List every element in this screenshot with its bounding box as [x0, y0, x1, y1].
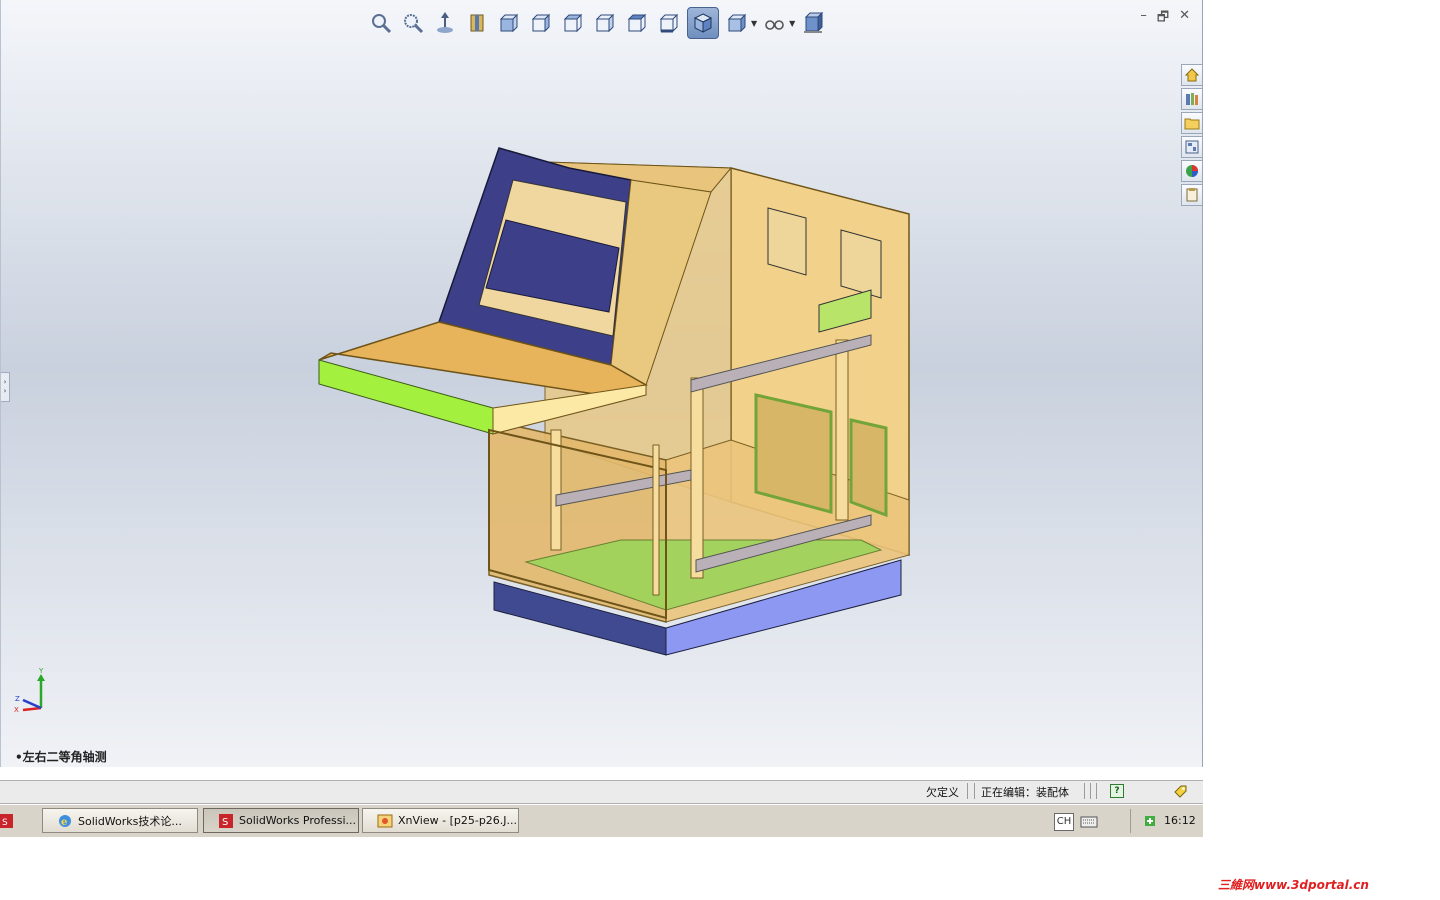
help-icon[interactable]: ? [1110, 784, 1124, 798]
task-pane-tabs [1181, 64, 1202, 206]
status-divider [1090, 783, 1091, 799]
front-view-icon[interactable] [495, 9, 523, 37]
chevron-right-icon: › [3, 378, 7, 386]
cabinet-model-3d[interactable] [301, 140, 921, 660]
taskbar-button-solidworks[interactable]: S SolidWorks Professi... [203, 808, 359, 833]
left-view-icon[interactable] [559, 9, 587, 37]
status-divider [974, 783, 975, 799]
hide-show-dropdown-icon[interactable]: ▼ [789, 19, 795, 28]
triad-x-label: X [14, 706, 19, 714]
expand-feature-manager-handle[interactable]: › › [1, 372, 10, 402]
zoom-to-fit-icon[interactable] [367, 9, 395, 37]
tag-icon[interactable] [1172, 783, 1188, 799]
custom-properties-icon[interactable] [1181, 184, 1202, 206]
network-shield-icon[interactable] [1143, 814, 1157, 828]
status-bar: 欠定义 正在编辑：装配体 ? [0, 780, 1203, 804]
hide-show-items-icon[interactable] [761, 9, 789, 37]
taskbar-button-label: SolidWorks Professi... [239, 814, 356, 827]
previous-view-icon[interactable] [431, 9, 459, 37]
taskbar-button-xnview[interactable]: XnView - [p25-p26.J... [362, 808, 519, 833]
restore-button[interactable]: 🗗 [1157, 8, 1169, 30]
solidworks-icon[interactable]: S [0, 813, 14, 829]
design-library-icon[interactable] [1181, 88, 1202, 110]
svg-text:S: S [2, 818, 8, 828]
zoom-to-area-icon[interactable] [399, 9, 427, 37]
taskbar-button-label: XnView - [p25-p26.J... [398, 814, 518, 827]
file-explorer-icon[interactable] [1181, 112, 1202, 134]
taskbar-button-label: SolidWorks技术论... [78, 814, 182, 828]
right-view-icon[interactable] [591, 9, 619, 37]
ie-icon: e [59, 814, 71, 828]
back-view-icon[interactable] [527, 9, 555, 37]
svg-text:e: e [61, 817, 67, 828]
top-view-icon[interactable] [623, 9, 651, 37]
chevron-right-icon: › [3, 387, 7, 395]
taskbar-clock[interactable]: 16:12 [1164, 814, 1196, 827]
document-window-controls: – 🗗 ✕ [1140, 8, 1190, 30]
keyboard-icon[interactable] [1080, 815, 1098, 829]
view-palette-icon[interactable] [1181, 136, 1202, 158]
apply-scene-icon[interactable] [799, 9, 827, 37]
editing-status: 正在编辑：装配体 [981, 786, 1069, 799]
watermark-text: 三維网www.3dportal.cn [1218, 878, 1369, 892]
solidworks-icon: S [219, 813, 233, 828]
svg-text:S: S [222, 817, 228, 828]
view-orientation-label: •左右二等角轴测 [15, 750, 107, 764]
definition-state: 欠定义 [926, 786, 959, 799]
close-button[interactable]: ✕ [1179, 8, 1190, 30]
xnview-icon [377, 814, 393, 827]
status-divider [1096, 783, 1097, 799]
minimize-button[interactable]: – [1140, 8, 1147, 30]
appearances-icon[interactable] [1181, 160, 1202, 182]
taskbar-button-browser[interactable]: e SolidWorks技术论... [42, 808, 198, 833]
solidworks-resources-icon[interactable] [1181, 64, 1202, 86]
language-indicator[interactable]: CH [1054, 813, 1074, 831]
section-view-icon[interactable] [463, 9, 491, 37]
display-style-icon[interactable] [723, 9, 751, 37]
status-divider [1084, 783, 1085, 799]
triad-y-label: Y [38, 668, 44, 675]
tray-divider [1130, 809, 1131, 833]
status-divider [967, 783, 968, 799]
display-style-dropdown-icon[interactable]: ▼ [751, 19, 757, 28]
windows-taskbar: S e SolidWorks技术论... S SolidWorks Profes… [0, 804, 1203, 837]
heads-up-view-toolbar: ▼ ▼ [367, 6, 827, 40]
bottom-view-icon[interactable] [655, 9, 683, 37]
triad-z-label: Z [15, 695, 20, 703]
reference-triad: Y X Z [14, 668, 45, 714]
isometric-view-icon[interactable] [687, 7, 719, 39]
graphics-area[interactable]: ▼ ▼ – 🗗 ✕ › › Y X Z •左右二等角轴测 [0, 0, 1203, 767]
